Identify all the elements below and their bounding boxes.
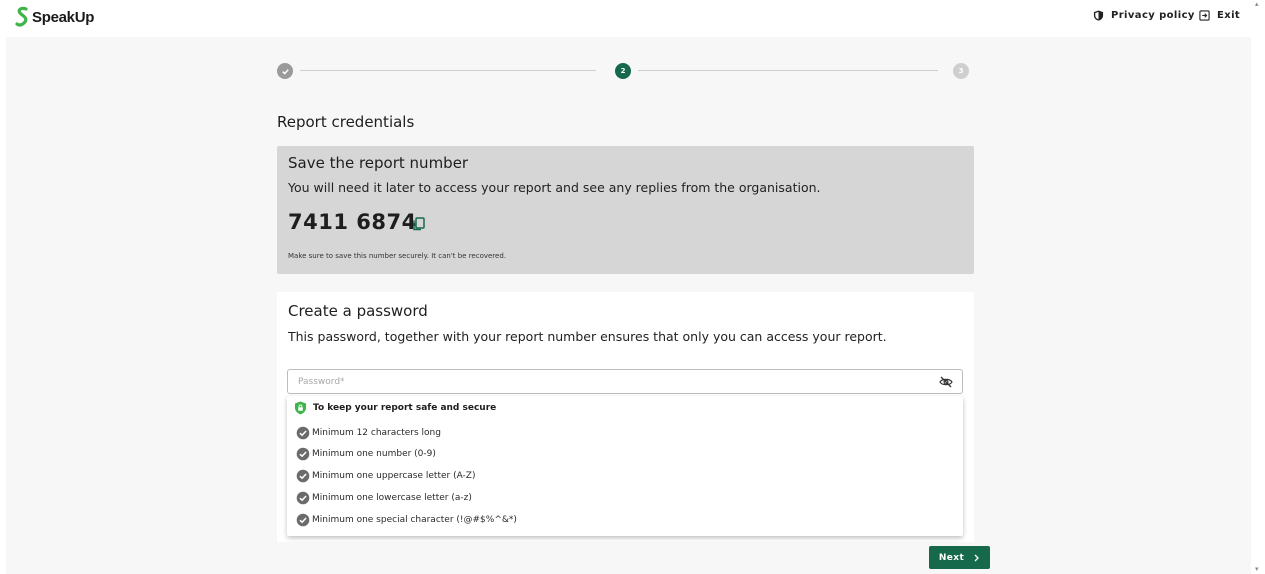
requirement-item: Minimum one number (0-9)	[296, 447, 436, 461]
requirement-text: Minimum 12 characters long	[312, 428, 441, 438]
scroll-down-arrow[interactable]: ▾	[1255, 566, 1259, 573]
step-1-completed	[277, 63, 293, 79]
step-2-active: 2	[615, 63, 631, 79]
report-number-heading: Save the report number	[288, 154, 469, 172]
page-title: Report credentials	[277, 113, 415, 131]
password-field	[287, 369, 963, 394]
password-input[interactable]	[288, 370, 928, 393]
create-password-description: This password, together with your report…	[288, 329, 887, 344]
exit-label: Exit	[1217, 10, 1241, 21]
requirement-item: Minimum 12 characters long	[296, 426, 441, 440]
shield-check-icon	[295, 401, 306, 415]
report-number-card: Save the report number You will need it …	[277, 146, 974, 274]
eye-off-icon[interactable]	[939, 375, 953, 389]
exit-link[interactable]: Exit	[1199, 10, 1240, 21]
scroll-up-arrow[interactable]: ▴	[1255, 1, 1259, 8]
check-circle-icon	[296, 447, 310, 461]
check-circle-icon	[296, 491, 310, 505]
requirement-item: Minimum one special character (!@#$%^&*)	[296, 513, 517, 527]
check-circle-icon	[296, 513, 310, 527]
brand-logo[interactable]: SpeakUp	[15, 6, 94, 28]
next-button[interactable]: Next	[929, 546, 990, 569]
password-requirements-popup: To keep your report safe and secure Mini…	[287, 396, 963, 536]
chevron-right-icon	[974, 554, 980, 561]
exit-icon	[1199, 10, 1210, 21]
top-bar: SpeakUp Privacy policy Exit	[0, 0, 1265, 36]
brand-name: SpeakUp	[32, 8, 95, 26]
shield-icon	[1093, 10, 1104, 21]
next-button-label: Next	[938, 552, 965, 563]
privacy-policy-label: Privacy policy	[1111, 10, 1195, 21]
copy-icon[interactable]	[411, 216, 426, 231]
requirement-text: Minimum one number (0-9)	[312, 449, 436, 459]
create-password-heading: Create a password	[288, 302, 428, 320]
speakup-logo-icon	[15, 6, 28, 27]
report-number-description: You will need it later to access your re…	[288, 180, 821, 195]
privacy-policy-link[interactable]: Privacy policy	[1093, 10, 1195, 21]
requirement-text: Minimum one uppercase letter (A-Z)	[312, 471, 476, 481]
step-3-pending: 3	[953, 63, 969, 79]
requirement-text: Minimum one lowercase letter (a-z)	[312, 493, 472, 503]
check-icon	[281, 68, 289, 75]
stepper-connector	[300, 70, 596, 71]
stepper-connector	[638, 70, 938, 71]
progress-stepper: 2 3	[277, 63, 969, 79]
requirement-item: Minimum one lowercase letter (a-z)	[296, 491, 472, 505]
check-circle-icon	[296, 426, 310, 440]
requirement-item: Minimum one uppercase letter (A-Z)	[296, 469, 476, 483]
report-number-warning: Make sure to save this number securely. …	[288, 252, 507, 260]
check-circle-icon	[296, 469, 310, 483]
requirements-title: To keep your report safe and secure	[294, 401, 496, 415]
requirements-title-text: To keep your report safe and secure	[313, 403, 497, 413]
requirement-text: Minimum one special character (!@#$%^&*)	[312, 515, 517, 525]
report-number-value: 7411 6874	[288, 210, 417, 234]
